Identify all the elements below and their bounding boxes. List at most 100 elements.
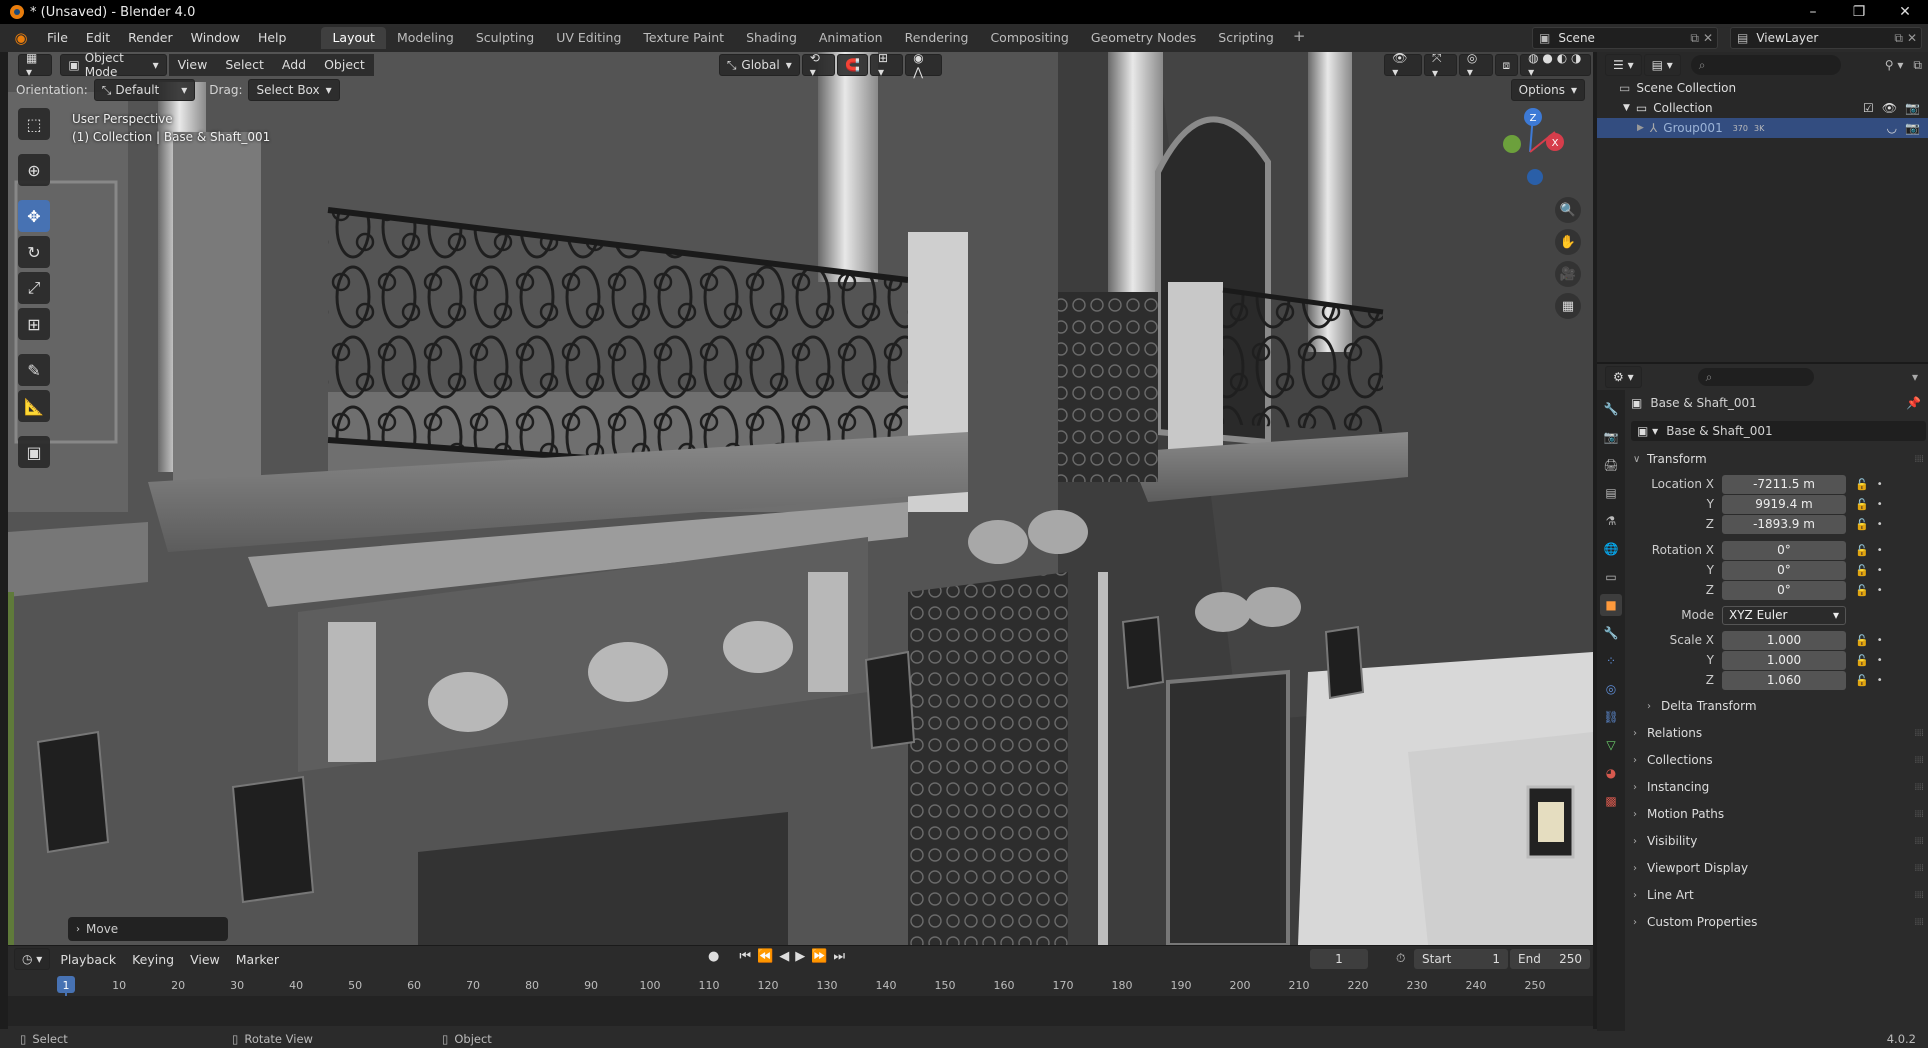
select-box-tool-icon[interactable]: ⬚	[18, 108, 50, 140]
transform-panel-header[interactable]: ∨ Transform ⁞⁞⁞⁞	[1633, 448, 1924, 470]
viewport-menu-select[interactable]: Select	[216, 54, 273, 76]
keyframe-dot-icon[interactable]: •	[1877, 519, 1883, 530]
new-scene-icon[interactable]: ⧉	[1690, 31, 1699, 46]
cursor-tool-icon[interactable]: ⊕	[18, 154, 50, 186]
tab-uv-editing[interactable]: UV Editing	[545, 27, 632, 49]
prev-keyframe-icon[interactable]: ⏪	[757, 949, 773, 964]
outliner-group001[interactable]: ▶ ⅄ Group001 370 3K ◡ 📷	[1597, 118, 1928, 138]
transform-tool-icon[interactable]: ⊞	[18, 308, 50, 340]
measure-tool-icon[interactable]: 📐	[18, 390, 50, 422]
viewport-display-panel-header[interactable]: › Viewport Display ⁞⁞⁞⁞	[1633, 857, 1924, 879]
tab-animation[interactable]: Animation	[808, 27, 894, 49]
menu-file[interactable]: File	[38, 27, 77, 49]
location-y-field[interactable]: 9919.4 m	[1722, 494, 1846, 514]
render-tab-icon[interactable]: 📷	[1600, 426, 1622, 448]
zoom-icon[interactable]: 🔍	[1555, 197, 1581, 223]
location-x-field[interactable]: -7211.5 m	[1722, 474, 1846, 494]
play-icon[interactable]: ▶	[795, 949, 805, 964]
display-mode-button[interactable]: ▤ ▾	[1643, 54, 1681, 76]
frame-ruler[interactable]: 1 10 20 30 40 50 60 70 80 90 100 110 120 130 140 150 160…	[8, 974, 1593, 996]
orientation-selector[interactable]: ⤡ Default ▾	[93, 79, 196, 101]
properties-editor-type-button[interactable]: ⚙ ▾	[1605, 366, 1642, 388]
rotation-y-field[interactable]: 0°	[1722, 560, 1846, 580]
filter-icon[interactable]: ⚲ ▾	[1885, 58, 1904, 72]
tab-sculpting[interactable]: Sculpting	[465, 27, 545, 49]
jump-end-icon[interactable]: ⏭	[833, 949, 845, 964]
line-art-panel-header[interactable]: › Line Art ⁞⁞⁞⁞	[1633, 884, 1924, 906]
new-collection-icon[interactable]: ⧉	[1913, 58, 1922, 73]
menu-help[interactable]: Help	[249, 27, 296, 49]
timeline-menu-keying[interactable]: Keying	[124, 952, 182, 967]
perspective-toggle-icon[interactable]: ▦	[1555, 293, 1581, 319]
relations-panel-header[interactable]: › Relations ⁞⁞⁞⁞	[1633, 722, 1924, 744]
lock-icon[interactable]: 🔓	[1855, 544, 1869, 557]
lock-icon[interactable]: 🔓	[1855, 654, 1869, 667]
outliner-editor-type-button[interactable]: ☰ ▾	[1605, 54, 1642, 76]
end-frame-field[interactable]: End 250	[1510, 949, 1590, 969]
timeline-menu-marker[interactable]: Marker	[228, 952, 287, 967]
viewport-menu-view[interactable]: View	[168, 54, 217, 76]
keyframe-dot-icon[interactable]: •	[1877, 585, 1883, 596]
tab-scripting[interactable]: Scripting	[1207, 27, 1285, 49]
tab-shading[interactable]: Shading	[735, 27, 808, 49]
collections-panel-header[interactable]: › Collections ⁞⁞⁞⁞	[1633, 749, 1924, 771]
drag-grip-icon[interactable]: ⁞⁞⁞⁞	[1914, 728, 1924, 739]
texture-tab-icon[interactable]: ▩	[1600, 790, 1622, 812]
properties-search-input[interactable]: ⌕	[1697, 368, 1814, 386]
last-operator-panel[interactable]: › Move	[68, 917, 228, 941]
lock-icon[interactable]: 🔓	[1855, 478, 1869, 491]
menu-window[interactable]: Window	[182, 27, 249, 49]
gizmo-y-axis[interactable]	[1503, 135, 1521, 153]
eye-hidden-icon[interactable]: ◡	[1887, 121, 1897, 135]
rotation-z-field[interactable]: 0°	[1722, 580, 1846, 600]
material-tab-icon[interactable]: ◕	[1600, 762, 1622, 784]
modifier-tab-icon[interactable]: 🔧	[1600, 622, 1622, 644]
tab-texture-paint[interactable]: Texture Paint	[632, 27, 735, 49]
new-view-layer-icon[interactable]: ⧉	[1894, 31, 1903, 46]
view-layer-tab-icon[interactable]: ▤	[1600, 482, 1622, 504]
collection-tab-icon[interactable]: ▭	[1600, 566, 1622, 588]
camera-view-icon[interactable]: 🎥	[1555, 261, 1581, 287]
lock-icon[interactable]: 🔓	[1855, 564, 1869, 577]
blender-logo-icon[interactable]: ◉	[10, 27, 32, 49]
keyframe-dot-icon[interactable]: •	[1877, 675, 1883, 686]
start-frame-field[interactable]: Start 1	[1414, 949, 1508, 969]
world-tab-icon[interactable]: 🌐	[1600, 538, 1622, 560]
tab-geometry-nodes[interactable]: Geometry Nodes	[1080, 27, 1207, 49]
motion-paths-panel-header[interactable]: › Motion Paths ⁞⁞⁞⁞	[1633, 803, 1924, 825]
maximize-button[interactable]: ❐	[1836, 0, 1882, 24]
clock-icon[interactable]: ⏱	[1396, 951, 1405, 966]
particles-tab-icon[interactable]: ⁘	[1600, 650, 1622, 672]
remove-view-layer-icon[interactable]: ✕	[1907, 31, 1917, 46]
next-keyframe-icon[interactable]: ⏩	[811, 949, 827, 964]
close-button[interactable]: ✕	[1882, 0, 1928, 24]
timeline-menu-playback[interactable]: Playback	[52, 952, 124, 967]
tab-layout[interactable]: Layout	[321, 27, 386, 49]
editor-type-button[interactable]: ▦ ▾	[18, 52, 53, 79]
scale-z-field[interactable]: 1.060	[1722, 670, 1846, 690]
keyframe-dot-icon[interactable]: •	[1877, 545, 1883, 556]
exclude-checkbox[interactable]: ☑	[1863, 101, 1874, 115]
annotate-tool-icon[interactable]: ✎	[18, 354, 50, 386]
snap-toggle[interactable]: 🧲	[837, 54, 868, 76]
physics-tab-icon[interactable]: ◎	[1600, 678, 1622, 700]
move-tool-icon[interactable]: ✥	[18, 200, 50, 232]
instancing-panel-header[interactable]: › Instancing ⁞⁞⁞⁞	[1633, 776, 1924, 798]
tab-rendering[interactable]: Rendering	[894, 27, 980, 49]
keyframe-dot-icon[interactable]: •	[1877, 635, 1883, 646]
current-frame-field[interactable]: 1	[1310, 949, 1368, 969]
proportional-edit-toggle[interactable]: ◉ ⋀	[905, 52, 943, 79]
object-tab-icon[interactable]: ■	[1600, 594, 1622, 616]
lock-icon[interactable]: 🔓	[1855, 584, 1869, 597]
options-button[interactable]: Options ▾	[1510, 79, 1585, 101]
gizmo-neg-z-axis[interactable]	[1527, 169, 1543, 185]
drag-grip-icon[interactable]: ⁞⁞⁞⁞	[1914, 890, 1924, 901]
view-layer-selector[interactable]: ▤ ViewLayer ⧉ ✕	[1730, 27, 1922, 49]
play-reverse-icon[interactable]: ◀	[779, 949, 789, 964]
timeline-editor-type-button[interactable]: ◷ ▾	[14, 948, 51, 970]
mode-selector[interactable]: ▣ Object Mode ▾	[60, 52, 167, 79]
drag-grip-icon[interactable]: ⁞⁞⁞⁞	[1914, 755, 1924, 766]
keyframe-dot-icon[interactable]: •	[1877, 655, 1883, 666]
rotation-mode-select[interactable]: XYZ Euler ▾	[1722, 605, 1846, 625]
data-tab-icon[interactable]: ▽	[1600, 734, 1622, 756]
